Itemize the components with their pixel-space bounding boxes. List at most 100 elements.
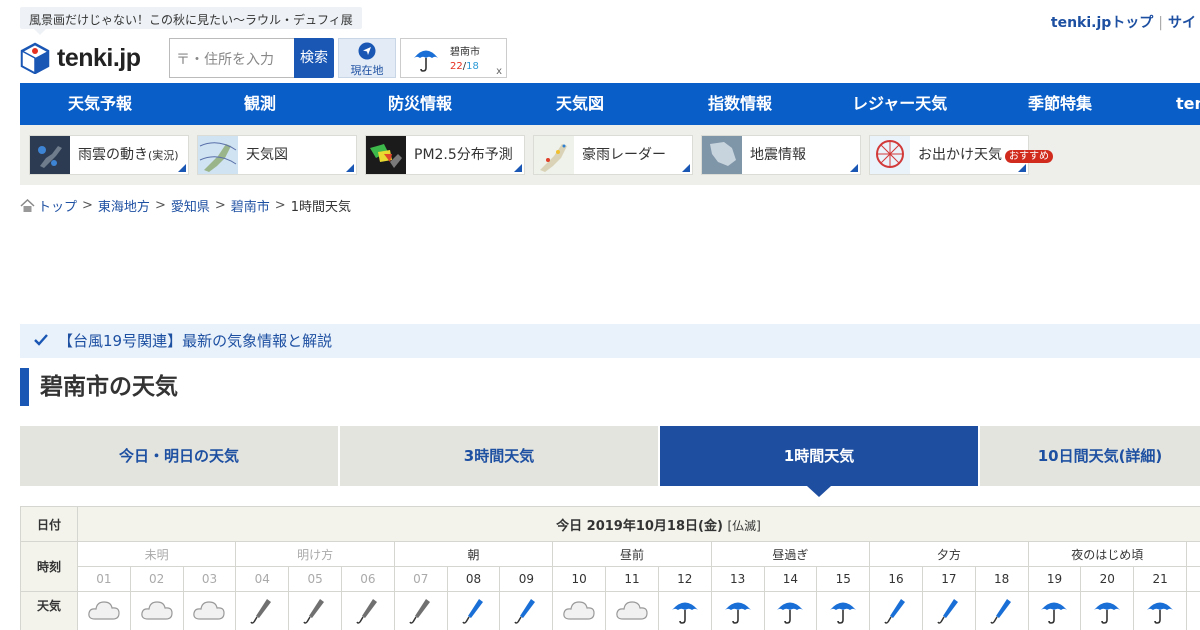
gnav-season[interactable]: 季節特集 xyxy=(1028,83,1092,125)
time-band: 未明 xyxy=(76,541,237,567)
hour-cell: 22 xyxy=(1186,566,1200,592)
weather-cell xyxy=(869,591,923,630)
recommended-badge: おすすめ xyxy=(1005,150,1053,163)
check-icon xyxy=(34,334,48,346)
hour-cell: 05 xyxy=(288,566,343,592)
time-band: 昼前 xyxy=(552,541,712,567)
current-location-label: 現在地 xyxy=(350,64,384,77)
closed-umbrella-icon xyxy=(404,599,438,628)
hour-cell: 21 xyxy=(1133,566,1188,592)
gnav-index[interactable]: 指数情報 xyxy=(708,83,772,125)
favorite-location[interactable]: 碧南市 22/18 x xyxy=(400,38,507,78)
weather-cell xyxy=(710,591,765,630)
date-header: 今日 2019年10月18日(金) [仏滅] xyxy=(76,506,1200,542)
cloud-icon xyxy=(562,601,596,624)
breadcrumb-prefecture[interactable]: 愛知県 xyxy=(171,196,210,215)
subnav-heavy-rain-radar-label: 豪雨レーダー xyxy=(582,147,666,163)
weather-cell xyxy=(657,591,712,630)
favorite-close-button[interactable]: x xyxy=(496,66,502,77)
weather-cell xyxy=(763,591,818,630)
gnav-forecast[interactable]: 天気予報 xyxy=(68,83,132,125)
umbrella-icon xyxy=(1143,602,1177,628)
row-label-weather: 天気 xyxy=(20,591,78,630)
closed-umbrella-icon xyxy=(879,599,913,628)
rain-cloud-map-thumbnail xyxy=(30,136,70,174)
subnav-heavy-rain-radar[interactable]: 豪雨レーダー xyxy=(533,135,693,175)
top-link-site[interactable]: サイト xyxy=(1168,15,1200,31)
umbrella-icon xyxy=(414,50,438,72)
hour-cell: 19 xyxy=(1027,566,1082,592)
gnav-disaster[interactable]: 防災情報 xyxy=(388,83,452,125)
hour-cell: 09 xyxy=(499,566,554,592)
breadcrumb: トップ > 東海地方 > 愛知県 > 碧南市 > 1時間天気 xyxy=(20,196,351,215)
tab-10day[interactable]: 10日間天気(詳細) xyxy=(980,426,1200,486)
tab-3hour[interactable]: 3時間天気 xyxy=(340,426,658,486)
logo-mark-icon xyxy=(20,42,50,74)
hour-cell: 11 xyxy=(605,566,659,592)
weather-cell xyxy=(816,591,871,630)
closed-umbrella-icon xyxy=(457,599,491,628)
hourly-forecast-table: 日付 今日 2019年10月18日(金) [仏滅] 時刻 未明 明け方朝昼前 昼過ぎ… xyxy=(20,506,1200,630)
gnav-weather-map[interactable]: 天気図 xyxy=(556,83,604,125)
typhoon-notice-link[interactable]: 【台風19号関連】最新の気象情報と解説 xyxy=(20,324,1200,358)
subnav-rain-cloud-label: 雨雲の動き xyxy=(78,147,148,163)
hour-cell: 12 xyxy=(657,566,712,592)
row-label-date: 日付 xyxy=(20,506,78,542)
row-label-time: 時刻 xyxy=(20,541,78,592)
umbrella-icon xyxy=(826,602,860,628)
home-icon xyxy=(20,199,35,212)
weather-cell xyxy=(974,591,1029,630)
gnav-leisure[interactable]: レジャー天気 xyxy=(852,83,947,125)
hour-cell: 01 xyxy=(76,566,131,592)
breadcrumb-top[interactable]: トップ xyxy=(38,196,77,215)
page-title: 碧南市の天気 xyxy=(20,368,178,406)
weather-cell xyxy=(235,591,290,630)
corner-arrow-icon xyxy=(850,164,858,172)
subnav-pm25[interactable]: PM2.5分布予測 xyxy=(365,135,525,175)
hour-cell: 02 xyxy=(129,566,184,592)
subnav-weather-map-label: 天気図 xyxy=(246,147,288,163)
earthquake-map-thumbnail xyxy=(702,136,742,174)
ferris-wheel-thumbnail xyxy=(870,136,910,174)
subnav-earthquake[interactable]: 地震情報 xyxy=(701,135,861,175)
weather-cell xyxy=(129,591,184,630)
gnav-more[interactable]: ten xyxy=(1176,83,1200,125)
time-band xyxy=(1186,541,1200,567)
breadcrumb-city[interactable]: 碧南市 xyxy=(231,196,270,215)
gnav-observation[interactable]: 観測 xyxy=(244,83,276,125)
tab-1hour[interactable]: 1時間天気 xyxy=(660,426,978,497)
site-logo[interactable]: tenki.jp xyxy=(20,42,141,74)
hour-cell: 10 xyxy=(552,566,607,592)
subnav-weather-map[interactable]: 天気図 xyxy=(197,135,357,175)
umbrella-icon xyxy=(1037,602,1071,628)
weather-cell xyxy=(921,591,976,630)
hour-cell: 18 xyxy=(974,566,1029,592)
hour-cell: 14 xyxy=(763,566,818,592)
time-band: 昼過ぎ xyxy=(710,541,871,567)
cloud-icon xyxy=(615,601,649,624)
top-link-home[interactable]: tenki.jpトップ xyxy=(1051,15,1153,31)
subnav-rain-cloud[interactable]: 雨雲の動き(実況) xyxy=(29,135,189,175)
current-location-button[interactable]: 現在地 xyxy=(338,38,396,78)
subnav-rain-cloud-suffix: (実況) xyxy=(148,149,179,162)
weather-cell xyxy=(393,591,448,630)
hour-cell: 03 xyxy=(182,566,237,592)
breadcrumb-region[interactable]: 東海地方 xyxy=(98,196,150,215)
search-button[interactable]: 検索 xyxy=(294,38,334,78)
search-input[interactable]: 〒・住所を入力 xyxy=(169,38,295,78)
weather-cell xyxy=(76,591,131,630)
closed-umbrella-icon xyxy=(298,599,332,628)
global-nav: 天気予報 観測 防災情報 天気図 指数情報 レジャー天気 季節特集 ten xyxy=(20,83,1200,125)
promo-banner[interactable]: 風景画だけじゃない！この秋に見たい〜ラウル・デュフィ展 xyxy=(20,7,362,35)
sub-nav: 雨雲の動き(実況) 天気図 PM2.5分布予測 豪雨レーダー 地震情報 お出かけ… xyxy=(20,125,1200,185)
tab-today-tomorrow[interactable]: 今日・明日の天気 xyxy=(20,426,338,486)
hour-cell: 15 xyxy=(816,566,871,592)
breadcrumb-current: 1時間天気 xyxy=(290,200,351,215)
pm25-map-thumbnail xyxy=(366,136,406,174)
weather-cell xyxy=(552,591,607,630)
subnav-outing[interactable]: お出かけ天気 おすすめ xyxy=(869,135,1053,175)
weather-cell xyxy=(446,591,501,630)
cloud-icon xyxy=(87,601,121,624)
closed-umbrella-icon xyxy=(351,599,385,628)
time-band: 夜のはじめ頃 xyxy=(1027,541,1188,567)
